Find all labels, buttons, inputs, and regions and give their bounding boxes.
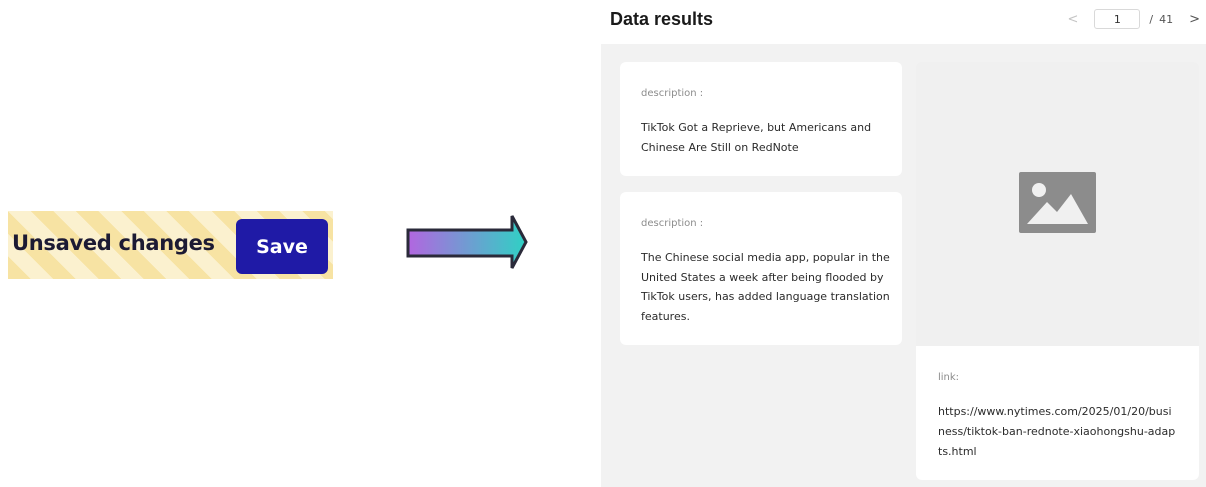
panel-title: Data results <box>610 9 714 29</box>
description-card: description : The Chinese social media a… <box>620 192 902 345</box>
pagination: < / 41 > <box>1067 8 1200 30</box>
chevron-left-icon[interactable]: < <box>1067 12 1078 27</box>
screen: Unsaved changes Save Data results < / 41… <box>0 0 1206 487</box>
page-separator: / <box>1149 12 1154 26</box>
link-card: link: https://www.nytimes.com/2025/01/20… <box>916 346 1199 480</box>
image-placeholder <box>916 62 1199 346</box>
data-results-header: Data results < / 41 > <box>601 0 1206 44</box>
save-button[interactable]: Save <box>236 219 328 274</box>
description-text: The Chinese social media app, popular in… <box>641 251 890 323</box>
description-label: description : <box>641 88 704 99</box>
link-url[interactable]: https://www.nytimes.com/2025/01/20/busin… <box>938 402 1178 462</box>
chevron-right-icon[interactable]: > <box>1189 12 1200 27</box>
data-results-body: description : TikTok Got a Reprieve, but… <box>601 44 1206 487</box>
description-label: description : <box>641 218 704 229</box>
description-card: description : TikTok Got a Reprieve, but… <box>620 62 902 176</box>
right-arrow-icon <box>406 215 528 269</box>
unsaved-changes-bar: Unsaved changes Save <box>8 211 333 279</box>
image-icon <box>1019 172 1096 233</box>
page-number-input[interactable] <box>1094 9 1141 29</box>
description-text: TikTok Got a Reprieve, but Americans and… <box>641 121 872 154</box>
total-pages: 41 <box>1159 12 1174 26</box>
link-label: link: <box>938 372 960 383</box>
unsaved-changes-text: Unsaved changes <box>12 231 215 255</box>
